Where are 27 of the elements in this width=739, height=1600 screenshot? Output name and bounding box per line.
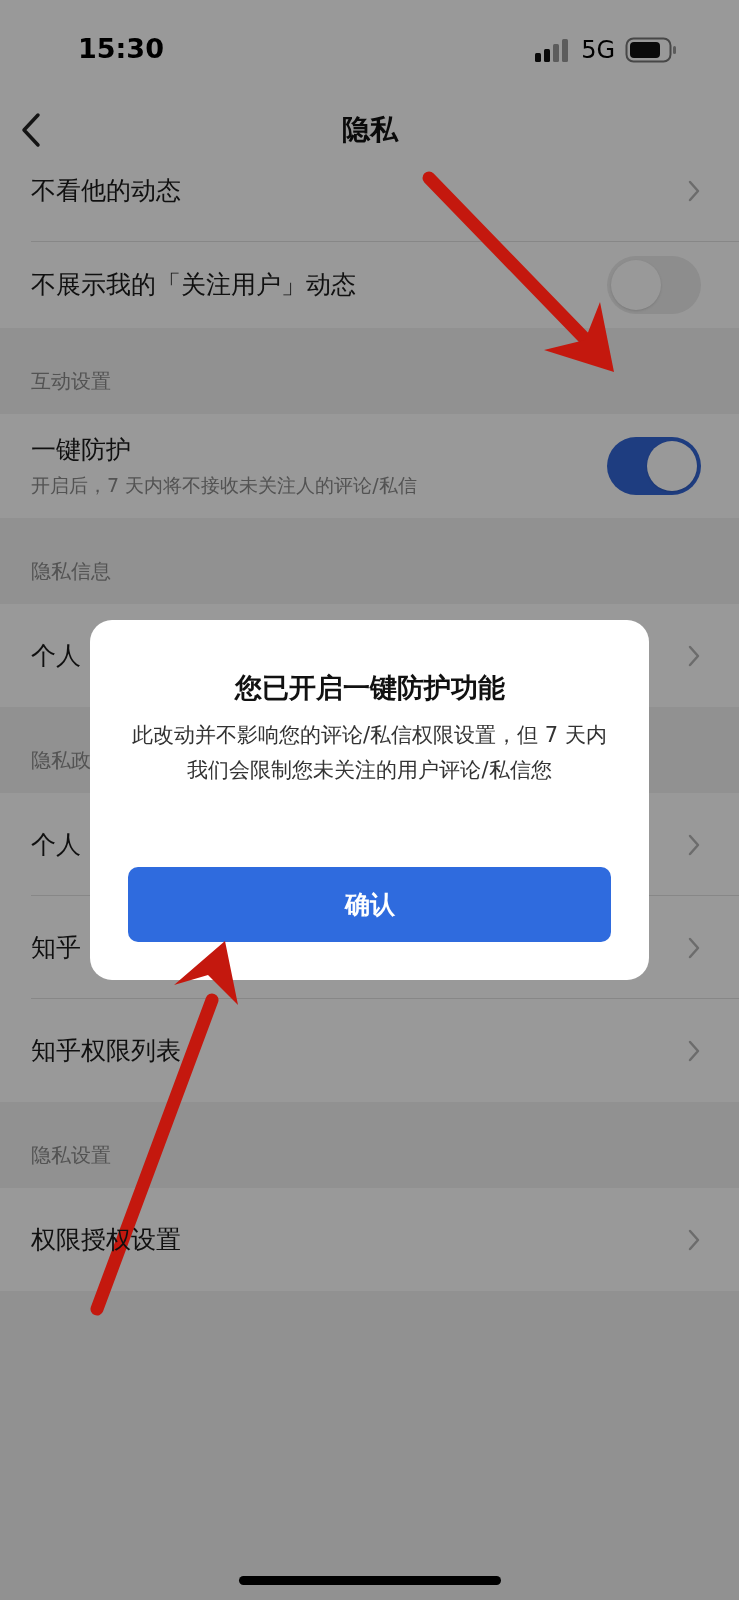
section-header: 互动设置 [31, 368, 111, 395]
back-icon [20, 112, 42, 148]
status-time: 15:30 [78, 32, 164, 67]
chevron-icon [687, 178, 701, 203]
row-title[interactable]: 知乎 [31, 930, 81, 965]
row-title[interactable]: 不看他的动态 [31, 173, 181, 208]
row-subtitle: 开启后，7 天内将不接收未关注人的评论/私信 [31, 472, 417, 498]
dialog-title: 您已开启一键防护功能 [234, 671, 505, 705]
page-title: 隐私 [341, 112, 398, 148]
row-title[interactable]: 一键防护 [31, 432, 417, 467]
chevron-icon [687, 1227, 701, 1252]
chevron-icon [687, 643, 701, 668]
section-header: 隐私信息 [31, 558, 111, 585]
network-label: 5G [581, 34, 615, 66]
section-header: 隐私政 [31, 747, 91, 774]
battery-icon [625, 36, 677, 63]
row-title[interactable]: 知乎权限列表 [31, 1033, 181, 1068]
section-header: 隐私设置 [31, 1142, 111, 1169]
chevron-icon [687, 832, 701, 857]
chevron-icon [687, 935, 701, 960]
row-title[interactable]: 个人 [31, 638, 81, 673]
row-title[interactable]: 不展示我的「关注用户」动态 [31, 268, 356, 302]
toggle-switch[interactable] [607, 437, 701, 495]
dialog-message: 此改动并不影响您的评论/私信权限设置，但 7 天内我们会限制您未关注的用户评论/私信您 [131, 722, 608, 784]
chevron-icon [687, 1038, 701, 1063]
row-title[interactable]: 个人 [31, 827, 81, 862]
confirm-button[interactable]: 确认 [128, 867, 611, 942]
